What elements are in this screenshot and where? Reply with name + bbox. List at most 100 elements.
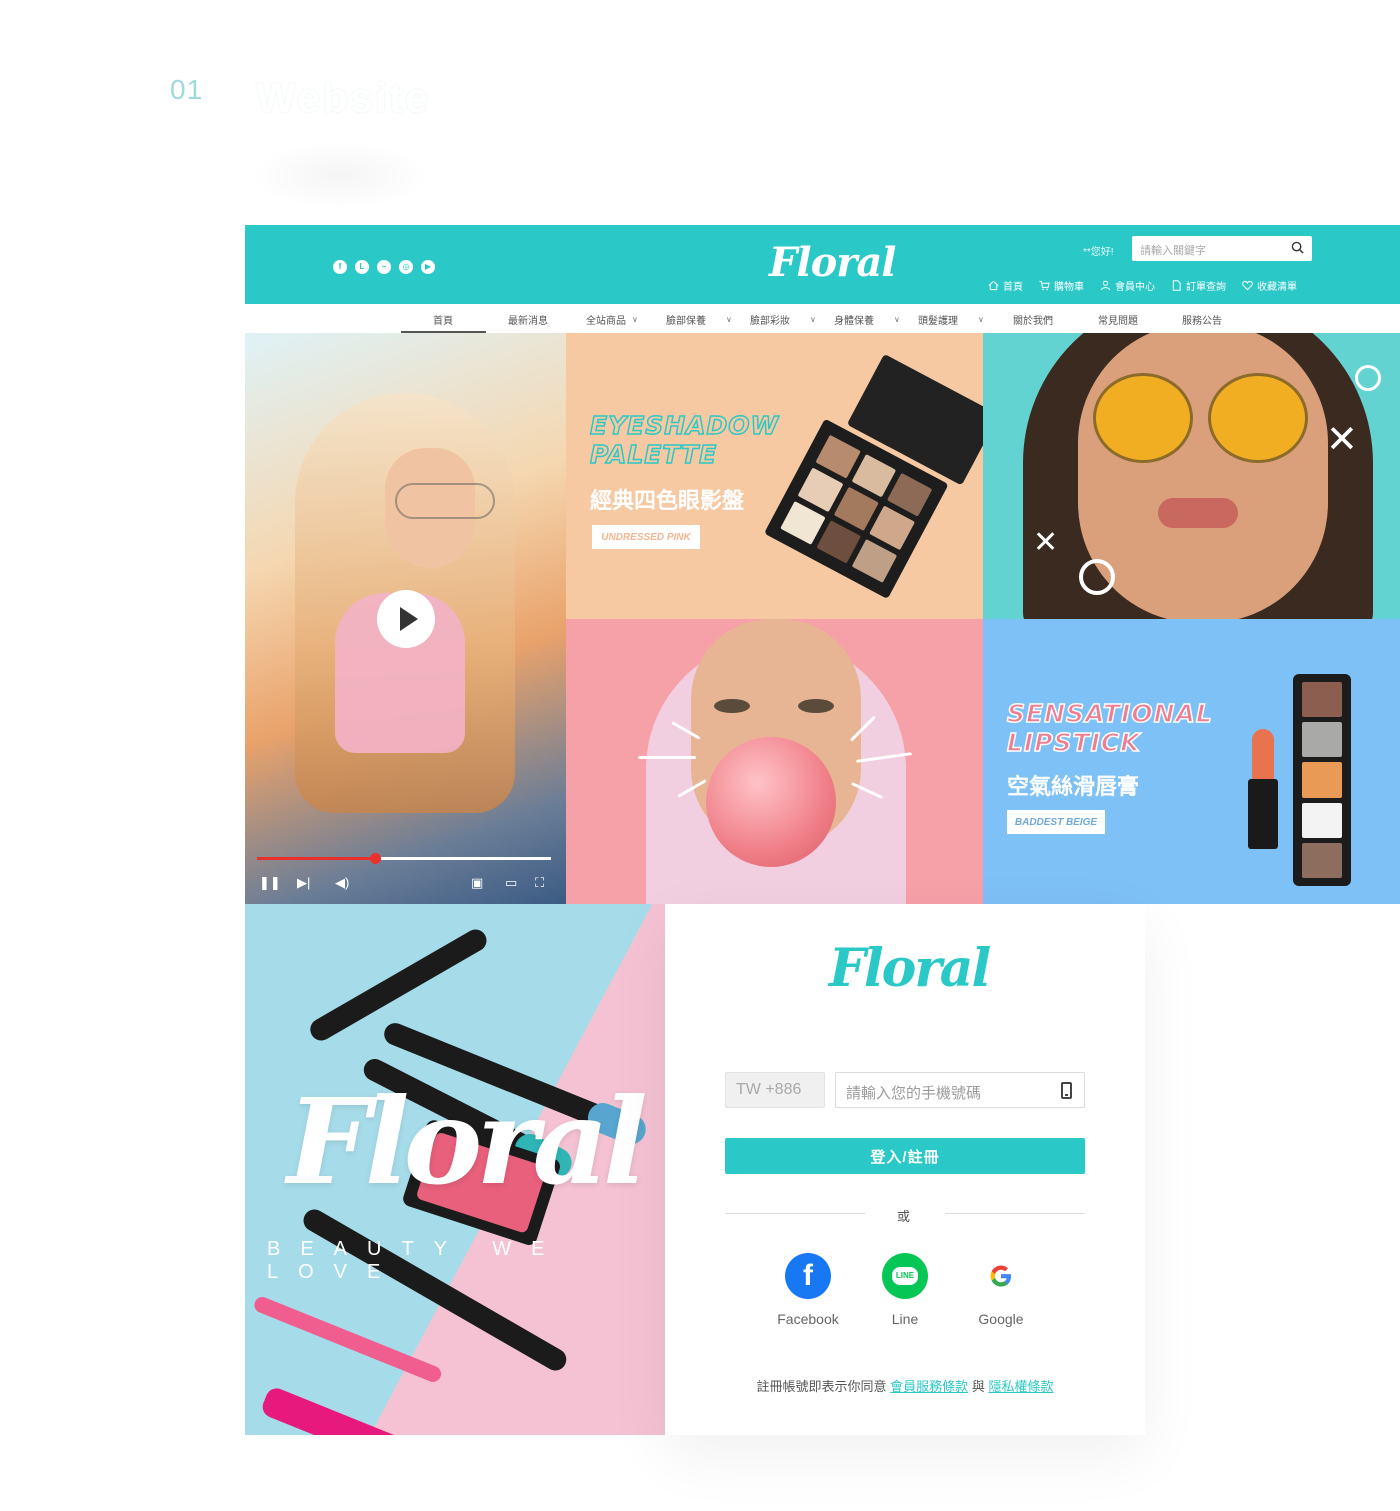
shade <box>869 505 915 550</box>
privacy-policy-link[interactable]: 隱私權條款 <box>988 1379 1053 1394</box>
chevron-down-icon: ∨ <box>632 315 638 324</box>
header-links: 首頁 購物車 會員中心 訂單查詢 收藏清單 <box>988 278 1297 293</box>
login-logo: Floral <box>829 938 991 999</box>
eyeshadow-tag: UNDRESSED PINK <box>592 525 700 549</box>
lipstick-item <box>259 1385 410 1435</box>
volume-icon[interactable]: ◀) <box>335 876 349 889</box>
progress-handle[interactable] <box>369 853 381 864</box>
terms-mid: 與 <box>971 1379 985 1394</box>
burst-line <box>638 756 696 759</box>
country-code-select[interactable]: TW +886 <box>725 1072 825 1108</box>
title-shadow-decoration <box>250 140 430 210</box>
shade <box>797 467 844 512</box>
header-link-member[interactable]: 會員中心 <box>1100 278 1155 293</box>
user-icon <box>1100 280 1111 291</box>
cross-shape: ✕ <box>1326 419 1358 461</box>
header-link-label: 收藏清單 <box>1257 282 1297 293</box>
member-terms-link[interactable]: 會員服務條款 <box>890 1379 968 1394</box>
pause-icon[interactable]: ❚❚ <box>259 876 281 889</box>
nav-item-hair-care[interactable]: 頭髮護理 ∨ <box>918 312 984 327</box>
shade <box>852 538 898 583</box>
nav-label: 關於我們 <box>1013 316 1053 327</box>
facebook-icon[interactable]: f <box>333 260 347 274</box>
glasses-model-banner[interactable]: ✕ ✕ <box>983 333 1400 619</box>
chevron-down-icon: ∨ <box>978 315 984 324</box>
circle-shape <box>1355 365 1381 391</box>
site-header: f L ~ ◎ ▶ Floral **您好! 請輸入關鍵字 首頁 購物車 會員中… <box>245 225 1400 304</box>
nav-label: 首頁 <box>433 316 453 327</box>
shade <box>780 500 826 545</box>
eyeshadow-banner[interactable]: EYESHADOW PALETTE 經典四色眼影盤 UNDRESSED PINK <box>566 333 983 619</box>
sso-label: Facebook <box>777 1311 839 1327</box>
shade <box>1302 682 1342 718</box>
shade <box>816 519 862 564</box>
heart-icon <box>1242 280 1253 291</box>
header-link-home[interactable]: 首頁 <box>988 278 1023 293</box>
shade <box>1302 722 1342 758</box>
social-links: f L ~ ◎ ▶ <box>333 260 435 274</box>
google-icon <box>978 1253 1024 1299</box>
login-register-button[interactable]: 登入/註冊 <box>725 1138 1085 1174</box>
hero-tagline: BEAUTY WE LOVE <box>267 1238 565 1283</box>
next-icon[interactable]: ▶| <box>297 876 310 889</box>
nav-item-news[interactable]: 最新消息 <box>508 312 548 327</box>
header-link-orders[interactable]: 訂單查詢 <box>1171 278 1226 293</box>
lipstick-subtitle: 空氣絲滑唇膏 <box>1007 774 1140 799</box>
nav-label: 全站商品 <box>586 316 626 327</box>
eyeshadow-title-line2: PALETTE <box>589 439 718 470</box>
nav-item-announcements[interactable]: 服務公告 <box>1182 312 1222 327</box>
line-login-button[interactable]: LINE Line <box>855 1253 955 1327</box>
miniplayer-icon[interactable]: ▣ <box>471 876 483 889</box>
search-input[interactable]: 請輸入關鍵字 <box>1132 236 1312 261</box>
model-lips <box>1158 498 1238 528</box>
line-icon: LINE <box>882 1253 928 1299</box>
bubble-gum <box>706 737 836 867</box>
nav-label: 常見問題 <box>1098 316 1138 327</box>
phone-input[interactable]: 請輸入您的手機號碼 <box>835 1072 1085 1108</box>
header-link-label: 購物車 <box>1054 282 1084 293</box>
nav-label: 頭髮護理 <box>918 316 958 327</box>
chevron-down-icon: ∨ <box>810 315 816 324</box>
greeting-text: **您好! <box>1083 247 1114 258</box>
sso-label: Google <box>978 1311 1024 1327</box>
messenger-icon[interactable]: ~ <box>377 260 391 274</box>
nav-item-about[interactable]: 關於我們 <box>1013 312 1053 327</box>
nav-label: 最新消息 <box>508 316 548 327</box>
hero-logo: Floral <box>287 1072 648 1211</box>
brand-hero-image: Floral BEAUTY WE LOVE <box>245 904 665 1435</box>
nav-item-home[interactable]: 首頁 <box>433 312 453 327</box>
line-icon[interactable]: L <box>355 260 369 274</box>
nav-item-all-products[interactable]: 全站商品 ∨ <box>586 312 638 327</box>
model-face <box>1078 333 1328 619</box>
eyeshadow-strip-image <box>1293 674 1351 886</box>
eyeshadow-title-line1: EYESHADOW <box>589 410 780 441</box>
nav-item-body-care[interactable]: 身體保養 ∨ <box>834 312 900 327</box>
fullscreen-icon[interactable]: ⛶ <box>535 876 544 889</box>
sunglass-lens <box>1208 373 1308 463</box>
phone-placeholder: 請輸入您的手機號碼 <box>846 1085 982 1102</box>
nav-item-faq[interactable]: 常見問題 <box>1098 312 1138 327</box>
video-player[interactable]: ❚❚ ▶| ◀) ▣ ▭ ⛶ <box>245 333 566 904</box>
nav-item-face-care[interactable]: 臉部保養 ∨ <box>666 312 732 327</box>
header-link-cart[interactable]: 購物車 <box>1039 278 1084 293</box>
header-link-wishlist[interactable]: 收藏清單 <box>1242 278 1297 293</box>
bubble-gum-banner[interactable] <box>566 619 983 904</box>
document-icon <box>1172 280 1181 291</box>
play-button[interactable] <box>377 590 435 648</box>
search-icon[interactable] <box>1291 241 1304 254</box>
youtube-icon[interactable]: ▶ <box>421 260 435 274</box>
google-login-button[interactable]: Google <box>951 1253 1051 1327</box>
eyeliner-pencil <box>252 1294 444 1385</box>
divider-line <box>945 1213 1085 1214</box>
site-logo[interactable]: Floral <box>769 239 896 286</box>
nav-label: 服務公告 <box>1182 316 1222 327</box>
login-panel: Floral TW +886 請輸入您的手機號碼 登入/註冊 或 f Faceb… <box>665 904 1145 1435</box>
theater-icon[interactable]: ▭ <box>505 876 517 889</box>
instagram-icon[interactable]: ◎ <box>399 260 413 274</box>
section-title: Website <box>256 74 431 121</box>
lipstick-tag: BADDEST BEIGE <box>1007 810 1105 834</box>
facebook-login-button[interactable]: f Facebook <box>758 1253 858 1327</box>
lipstick-banner[interactable]: SENSATIONAL LIPSTICK 空氣絲滑唇膏 BADDEST BEIG… <box>983 619 1400 904</box>
sunglass-lens <box>1093 373 1193 463</box>
nav-item-face-makeup[interactable]: 臉部彩妝 ∨ <box>750 312 816 327</box>
